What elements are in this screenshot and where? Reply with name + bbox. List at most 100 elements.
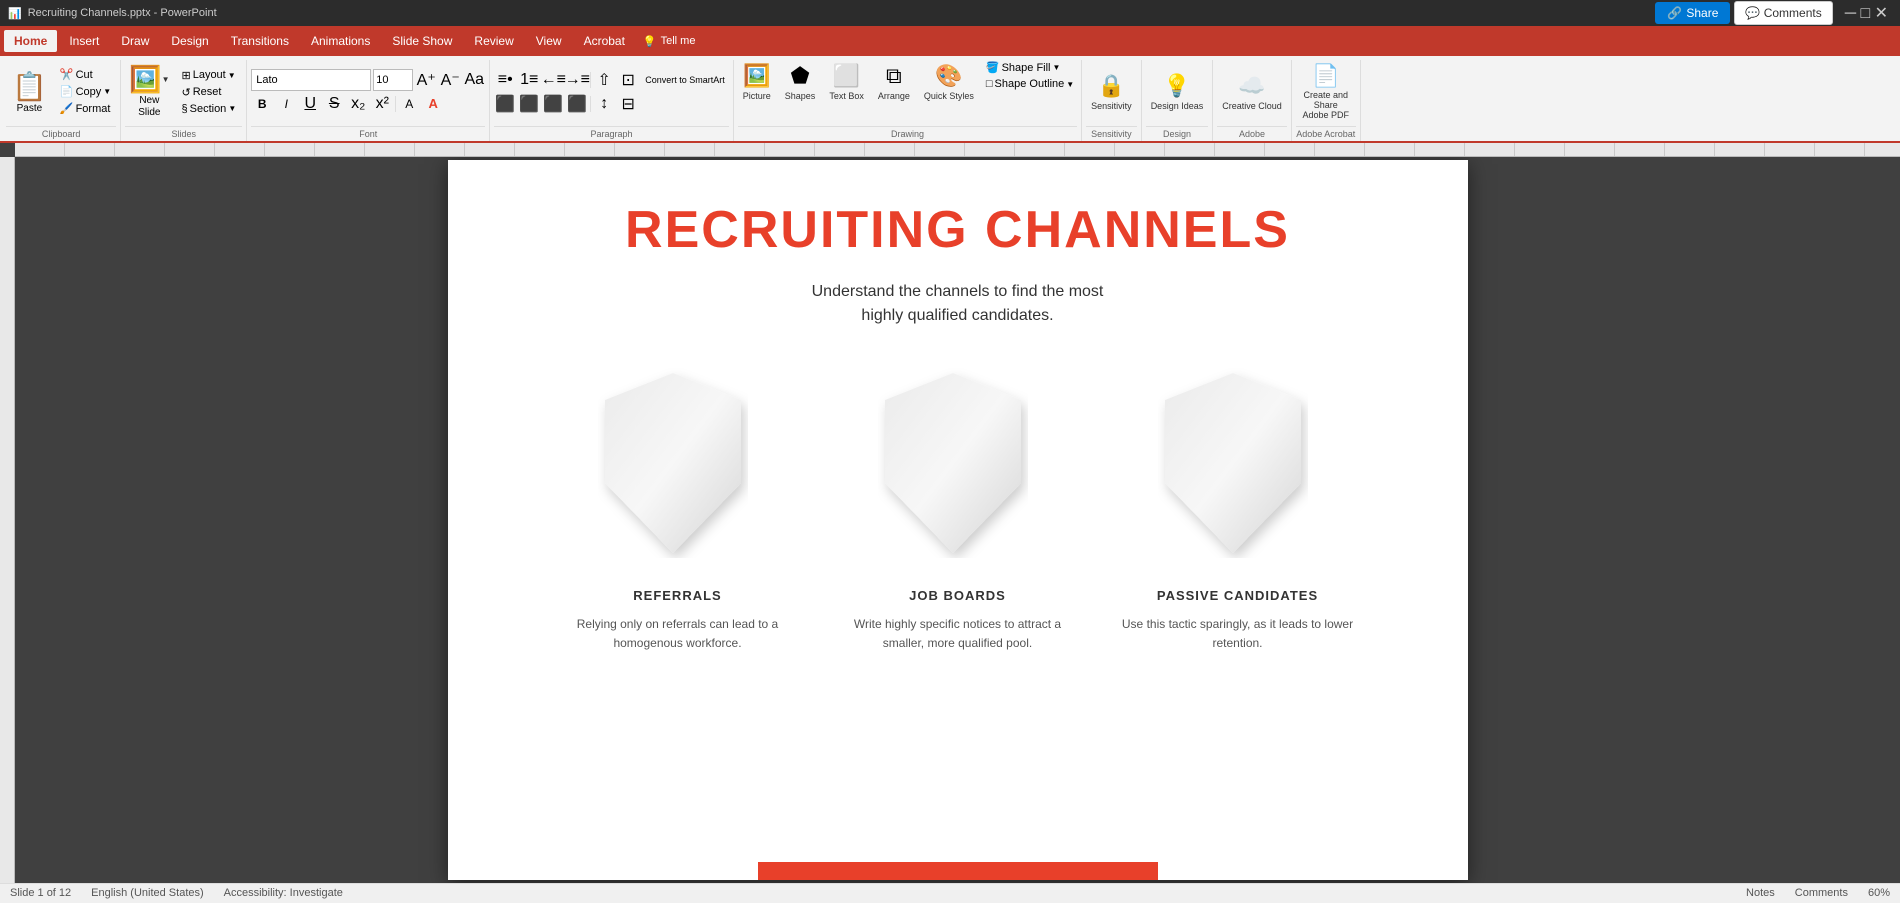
font-color-button[interactable]: A (422, 93, 444, 115)
share-icon: 🔗 (1667, 6, 1682, 20)
justify-button[interactable]: ⬛ (566, 93, 588, 115)
subscript-button[interactable]: x₂ (347, 93, 369, 115)
convert-smartart-button[interactable]: Convert to SmartArt (641, 69, 729, 91)
new-slide-button[interactable]: 🖼️ ▼ NewSlide (125, 62, 173, 121)
share-button[interactable]: 🔗 Share (1655, 2, 1730, 24)
tell-me-box[interactable]: 💡 Tell me (643, 35, 696, 48)
menu-transitions[interactable]: Transitions (221, 30, 299, 52)
shapes-button[interactable]: ⬟ Shapes (780, 60, 821, 104)
increase-font-button[interactable]: A⁺ (415, 69, 437, 91)
cut-button[interactable]: ✂️Cut (57, 67, 114, 82)
card-title-passive: PASSIVE CANDIDATES (1157, 588, 1318, 603)
align-text-button[interactable]: ⊡ (617, 69, 639, 91)
card-shape-passive (1158, 368, 1318, 568)
superscript-button[interactable]: x² (371, 93, 393, 115)
menu-bar: Home Insert Draw Design Transitions Anim… (0, 26, 1900, 56)
quick-styles-button[interactable]: 🎨 Quick Styles (919, 60, 979, 104)
card-passive[interactable]: PASSIVE CANDIDATES Use this tactic spari… (1118, 368, 1358, 653)
font-size-input[interactable] (373, 69, 413, 91)
align-right-button[interactable]: ⬛ (542, 93, 564, 115)
picture-button[interactable]: 🖼️ Picture (738, 60, 776, 104)
card-referrals[interactable]: REFERRALS Relying only on referrals can … (558, 368, 798, 653)
align-center-button[interactable]: ⬛ (518, 93, 540, 115)
adobe-label: Adobe Acrobat (1296, 126, 1356, 139)
bold-button[interactable]: B (251, 93, 273, 115)
sensitivity-button[interactable]: 🔒 Sensitivity (1086, 70, 1137, 114)
layout-button[interactable]: ⊞Layout▼ (179, 68, 238, 83)
drawing-label: Drawing (738, 126, 1077, 139)
slide-canvas: RECRUITING CHANNELS Understand the chann… (448, 160, 1468, 880)
horizontal-ruler (15, 143, 1900, 156)
paragraph-group: ≡• 1≡ ←≡ →≡ ⇧ ⊡ Convert to SmartArt ⬛ ⬛ … (490, 60, 734, 141)
paragraph-label: Paragraph (494, 126, 729, 139)
indent-decrease-button[interactable]: ←≡ (542, 69, 564, 91)
shield-svg-referrals (598, 368, 748, 558)
create-share-group: 📄 Create and Share Adobe PDF Adobe Acrob… (1292, 60, 1361, 141)
highlight-button[interactable]: A (398, 93, 420, 115)
card-desc-referrals: Relying only on referrals can lead to a … (558, 615, 798, 653)
slides-label: Slides (125, 126, 242, 139)
card-shape-jobboards (878, 368, 1038, 568)
slide-info: Slide 1 of 12 (10, 887, 71, 899)
section-button[interactable]: §Section▼ (179, 102, 238, 116)
create-share-pdf-button[interactable]: 📄 Create and Share Adobe PDF (1296, 60, 1356, 124)
card-shape-referrals (598, 368, 758, 568)
accessibility-info: Accessibility: Investigate (224, 887, 343, 899)
design-ideas-button[interactable]: 💡 Design Ideas (1146, 70, 1209, 114)
card-jobboards[interactable]: JOB BOARDS Write highly specific notices… (838, 368, 1078, 653)
text-box-button[interactable]: ⬜ Text Box (824, 60, 869, 104)
menu-acrobat[interactable]: Acrobat (574, 30, 635, 52)
text-direction-button[interactable]: ⇧ (593, 69, 615, 91)
format-painter-button[interactable]: 🖌️Format (57, 101, 114, 116)
zoom-level: 60% (1868, 887, 1890, 899)
notes-button[interactable]: Notes (1746, 887, 1775, 899)
columns-button[interactable]: ⊟ (617, 93, 639, 115)
numbering-button[interactable]: 1≡ (518, 69, 540, 91)
copy-button[interactable]: 📄Copy▼ (57, 84, 114, 99)
decrease-font-button[interactable]: A⁻ (439, 69, 461, 91)
cards-container: REFERRALS Relying only on referrals can … (508, 368, 1408, 653)
sensitivity-label: Sensitivity (1086, 126, 1137, 139)
design-ideas-label: Design (1146, 126, 1209, 139)
vertical-ruler (0, 157, 15, 883)
slide-footer-bar (758, 862, 1158, 880)
font-name-input[interactable] (251, 69, 371, 91)
clipboard-group: 📋 Paste ✂️Cut 📄Copy▼ 🖌️Format Clipboard (2, 60, 121, 141)
strikethrough-button[interactable]: S (323, 93, 345, 115)
card-title-jobboards: JOB BOARDS (909, 588, 1006, 603)
menu-draw[interactable]: Draw (111, 30, 159, 52)
clear-format-button[interactable]: Aa (463, 69, 485, 91)
menu-animations[interactable]: Animations (301, 30, 380, 52)
menu-insert[interactable]: Insert (59, 30, 109, 52)
menu-design[interactable]: Design (161, 30, 218, 52)
shape-fill-button[interactable]: 🪣Shape Fill▼ (983, 60, 1077, 75)
shield-svg-passive (1158, 368, 1308, 558)
bullets-button[interactable]: ≡• (494, 69, 516, 91)
menu-review[interactable]: Review (464, 30, 523, 52)
card-desc-jobboards: Write highly specific notices to attract… (838, 615, 1078, 653)
menu-view[interactable]: View (526, 30, 572, 52)
ribbon-toolbar: 📋 Paste ✂️Cut 📄Copy▼ 🖌️Format Clipboard (0, 56, 1900, 143)
line-spacing-button[interactable]: ↕ (593, 93, 615, 115)
slide-subtitle: Understand the channels to find the most… (812, 280, 1104, 328)
shape-outline-button[interactable]: □Shape Outline▼ (983, 77, 1077, 91)
sensitivity-group: 🔒 Sensitivity Sensitivity (1082, 60, 1142, 141)
slide-title: RECRUITING CHANNELS (625, 200, 1290, 260)
font-group: A⁺ A⁻ Aa B I U S x₂ x² A A Font (247, 60, 490, 141)
italic-button[interactable]: I (275, 93, 297, 115)
indent-increase-button[interactable]: →≡ (566, 69, 588, 91)
menu-slideshow[interactable]: Slide Show (382, 30, 462, 52)
creative-cloud-group: ☁️ Creative Cloud Adobe (1213, 60, 1292, 141)
underline-button[interactable]: U (299, 93, 321, 115)
menu-home[interactable]: Home (4, 30, 57, 52)
comments-button[interactable]: 💬 Comments (1734, 1, 1832, 25)
align-left-button[interactable]: ⬛ (494, 93, 516, 115)
comments-status[interactable]: Comments (1795, 887, 1848, 899)
drawing-group: 🖼️ Picture ⬟ Shapes ⬜ Text Box ⧉ Arrange… (734, 60, 1082, 141)
reset-button[interactable]: ↺Reset (179, 85, 238, 100)
creative-cloud-label: Adobe (1217, 126, 1287, 139)
creative-cloud-button[interactable]: ☁️ Creative Cloud (1217, 70, 1287, 114)
paste-button[interactable]: 📋 Paste (6, 68, 53, 116)
arrange-button[interactable]: ⧉ Arrange (873, 60, 915, 104)
language-info: English (United States) (91, 887, 204, 899)
